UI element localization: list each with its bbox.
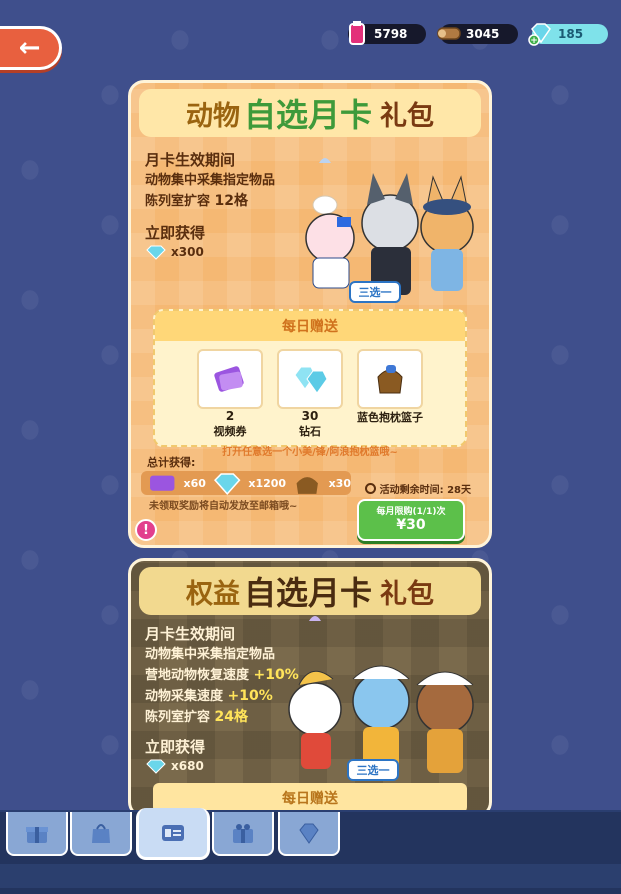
video-ticket-icon <box>214 366 244 392</box>
wood-log-icon <box>437 27 461 40</box>
benefit-monthly-card-panel: 权益 自选月卡 礼包 月卡生效期间 动物集中采集指定物品 营地动物恢复速度 +1… <box>128 558 492 818</box>
potion-icon <box>349 21 365 45</box>
card2-effects: 月卡生效期间 动物集中采集指定物品 营地动物恢复速度 +10% 动物采集速度 +… <box>145 623 299 774</box>
effect-line: 动物集中采集指定物品 <box>145 647 276 662</box>
diamond-count: 185 <box>558 27 584 41</box>
effect-heading: 月卡生效期间 <box>145 151 236 169</box>
card2-title-prefix: 权益 <box>185 578 240 610</box>
bottom-tab-bar <box>0 808 621 894</box>
tab-gift-box[interactable] <box>6 812 68 856</box>
unclaimed-note: 未领取奖励将自动发放至邮箱哦~ <box>149 501 298 512</box>
present-icon <box>233 824 253 843</box>
effect-heading: 月卡生效期间 <box>145 625 236 643</box>
daily-item-pillow-basket[interactable]: 蓝色抱枕篮子 <box>355 349 425 439</box>
card1-title-suffix: 礼包 <box>380 100 434 132</box>
effect-line: 动物采集速度 +10% <box>145 688 273 704</box>
svg-text:+: + <box>530 36 538 46</box>
card1-daily-gift: 每日赠送 2 视频券 30 钻石 蓝色抱枕篮子 打开任意选一个小美/锋/阿浪抱枕… <box>153 309 467 458</box>
daily-gift-title: 每日赠送 <box>155 311 465 341</box>
diamond-counter[interactable]: + 185 <box>528 23 608 46</box>
effect-line: 陈列室扩容 24格 <box>145 709 249 725</box>
diamond-icon <box>213 473 241 495</box>
diamond-plus-icon: + <box>528 23 551 46</box>
effect-line: 营地动物恢复速度 +10% <box>145 667 299 683</box>
gift-box-icon <box>26 827 48 843</box>
potion-counter: 5798 <box>348 21 426 45</box>
back-button[interactable]: ← <box>0 26 62 70</box>
tab-gift-bag[interactable] <box>70 812 132 856</box>
total-label: 总计获得: <box>147 456 196 469</box>
tab-present[interactable] <box>212 812 274 856</box>
card2-title-suffix: 礼包 <box>380 578 434 610</box>
daily-item-video-ticket[interactable]: 2 视频券 <box>195 349 265 439</box>
daily-gift-note: 打开任意选一个小美/锋/阿浪抱枕篮哦~ <box>222 447 398 458</box>
instant-heading: 立即获得 <box>145 738 206 756</box>
gem-icon <box>299 823 319 844</box>
buy-button[interactable]: 每月限购(1/1)次 ¥30 <box>357 499 465 541</box>
purchase-limit: 每月限购(1/1)次 <box>376 507 446 517</box>
card-icon <box>162 824 184 841</box>
basket-icon <box>296 476 318 494</box>
total-rewards: x60 x1200 x30 <box>141 471 351 495</box>
back-arrow-icon: ← <box>18 33 41 63</box>
diamond-icon <box>146 759 166 774</box>
card1-title-main: 自选月卡 <box>243 96 372 134</box>
diamond-pile-icon <box>294 366 328 394</box>
info-alert-icon[interactable]: ! <box>135 519 157 541</box>
basket-icon <box>377 365 403 394</box>
card2-title-main: 自选月卡 <box>243 574 372 612</box>
gift-bag-icon <box>92 824 110 843</box>
choose-one-button[interactable]: 三选一 <box>349 281 401 303</box>
animal-monthly-card-panel: 动物 自选月卡 礼包 月卡生效期间 动物集中采集指定物品 陈列室扩容 12格 立… <box>128 80 492 548</box>
potion-count: 5798 <box>374 27 408 41</box>
card2-title: 权益 自选月卡 礼包 <box>139 567 481 615</box>
tab-monthly-card[interactable] <box>136 808 210 860</box>
wood-count: 3045 <box>466 27 500 41</box>
card1-title-prefix: 动物 <box>185 100 240 132</box>
tab-gem[interactable] <box>278 812 340 856</box>
instant-reward: x680 <box>145 758 299 774</box>
tab-rail <box>0 864 621 888</box>
diamond-icon <box>146 245 166 260</box>
effect-line: 陈列室扩容 12格 <box>145 193 249 209</box>
choose-one-button[interactable]: 三选一 <box>347 759 399 781</box>
daily-item-diamond[interactable]: 30 钻石 <box>275 349 345 439</box>
card1-title: 动物 自选月卡 礼包 <box>139 89 481 137</box>
instant-heading: 立即获得 <box>145 224 206 242</box>
card1-effects: 月卡生效期间 动物集中采集指定物品 陈列室扩容 12格 立即获得 x300 <box>145 149 275 260</box>
clock-icon <box>364 483 376 494</box>
instant-reward: x300 <box>145 244 275 260</box>
effect-line: 动物集中采集指定物品 <box>145 173 276 188</box>
wood-counter: 3045 <box>437 24 518 44</box>
event-timer: 活动剩余时间: 28天 <box>364 481 471 496</box>
price-label: ¥30 <box>396 517 426 533</box>
video-ticket-icon <box>150 475 175 491</box>
character-group-illustration <box>288 616 474 773</box>
